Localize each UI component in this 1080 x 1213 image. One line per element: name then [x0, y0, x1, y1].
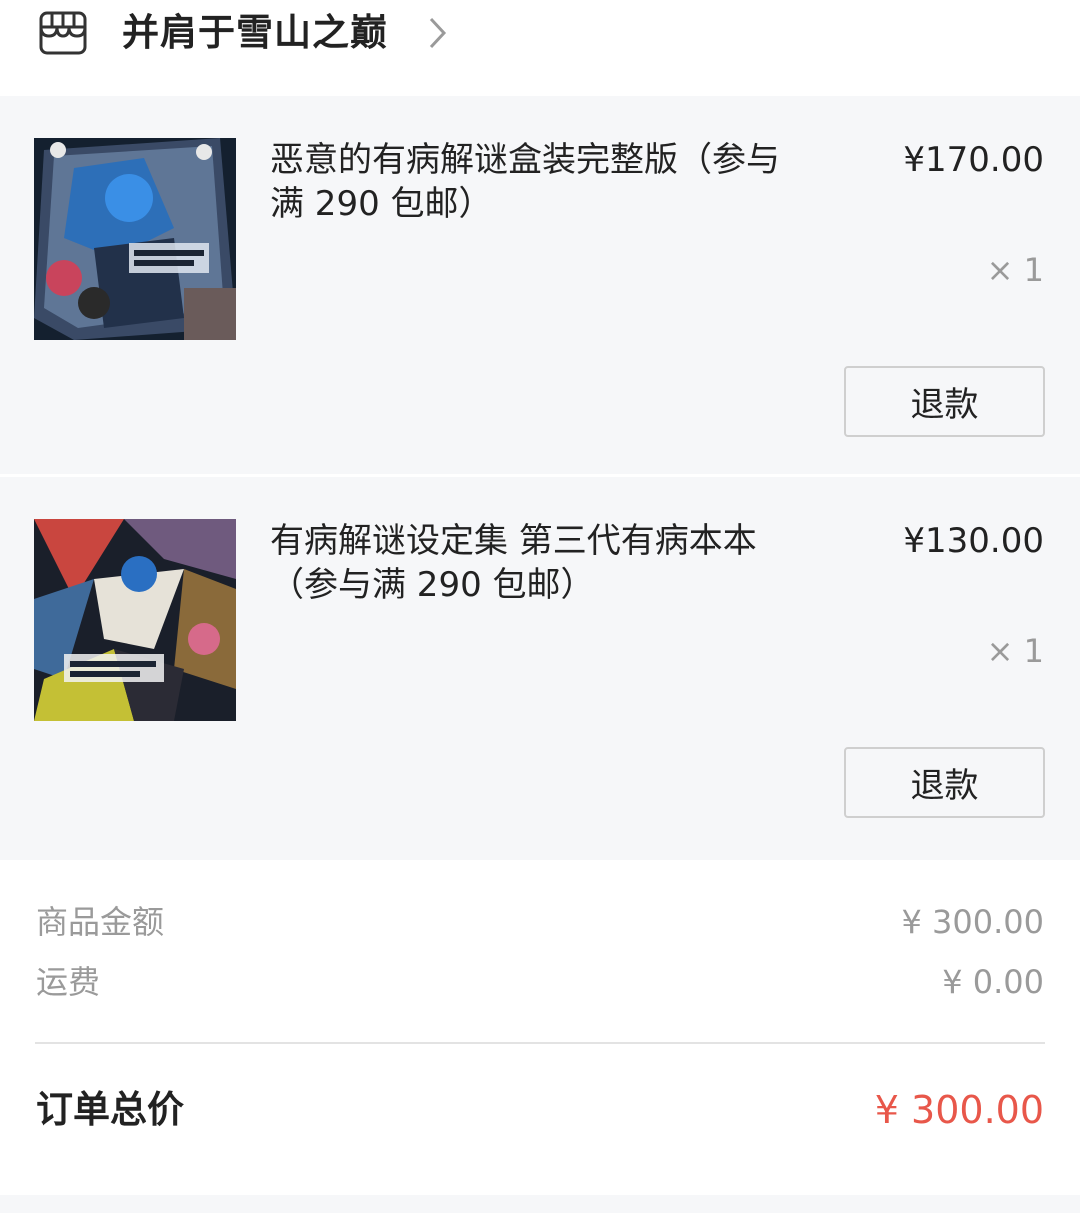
- product-image: [34, 138, 236, 340]
- goods-amount-value: ¥ 300.00: [901, 903, 1045, 941]
- item-price: ¥130.00: [903, 521, 1044, 561]
- item-title[interactable]: 恶意的有病解谜盒装完整版（参与满 290 包邮）: [270, 138, 790, 226]
- item-price: ¥170.00: [903, 140, 1044, 180]
- item-title[interactable]: 有病解谜设定集 第三代有病本本（参与满 290 包邮）: [270, 519, 790, 607]
- bottom-spacer: [0, 1195, 1080, 1213]
- shipping-value: ¥ 0.00: [942, 963, 1044, 1001]
- shop-name[interactable]: 并肩于雪山之巅: [122, 8, 388, 58]
- shop-icon: [39, 11, 87, 55]
- shop-header[interactable]: 并肩于雪山之巅: [0, 0, 1080, 96]
- chevron-right-icon[interactable]: [428, 16, 448, 50]
- shipping-row: 运费 ¥ 0.00: [36, 957, 1044, 1007]
- order-summary: 商品金额 ¥ 300.00 运费 ¥ 0.00 订单总价 ¥ 300.00: [0, 860, 1080, 1195]
- order-total-value: ¥ 300.00: [874, 1088, 1044, 1132]
- divider: [35, 1042, 1045, 1044]
- refund-button[interactable]: 退款: [844, 747, 1045, 818]
- goods-amount-label: 商品金额: [36, 903, 165, 941]
- shipping-label: 运费: [36, 963, 101, 1001]
- order-item: 恶意的有病解谜盒装完整版（参与满 290 包邮） ¥170.00 × 1 退款: [0, 96, 1080, 479]
- goods-amount-row: 商品金额 ¥ 300.00: [36, 897, 1044, 947]
- product-thumbnail[interactable]: [34, 138, 236, 340]
- item-quantity: × 1: [986, 251, 1044, 289]
- order-total-row: 订单总价 ¥ 300.00: [36, 1082, 1044, 1138]
- product-image: [34, 519, 236, 721]
- order-item: 有病解谜设定集 第三代有病本本（参与满 290 包邮） ¥130.00 × 1 …: [0, 477, 1080, 860]
- item-quantity: × 1: [986, 632, 1044, 670]
- product-thumbnail[interactable]: [34, 519, 236, 721]
- refund-button[interactable]: 退款: [844, 366, 1045, 437]
- order-total-label: 订单总价: [36, 1088, 184, 1131]
